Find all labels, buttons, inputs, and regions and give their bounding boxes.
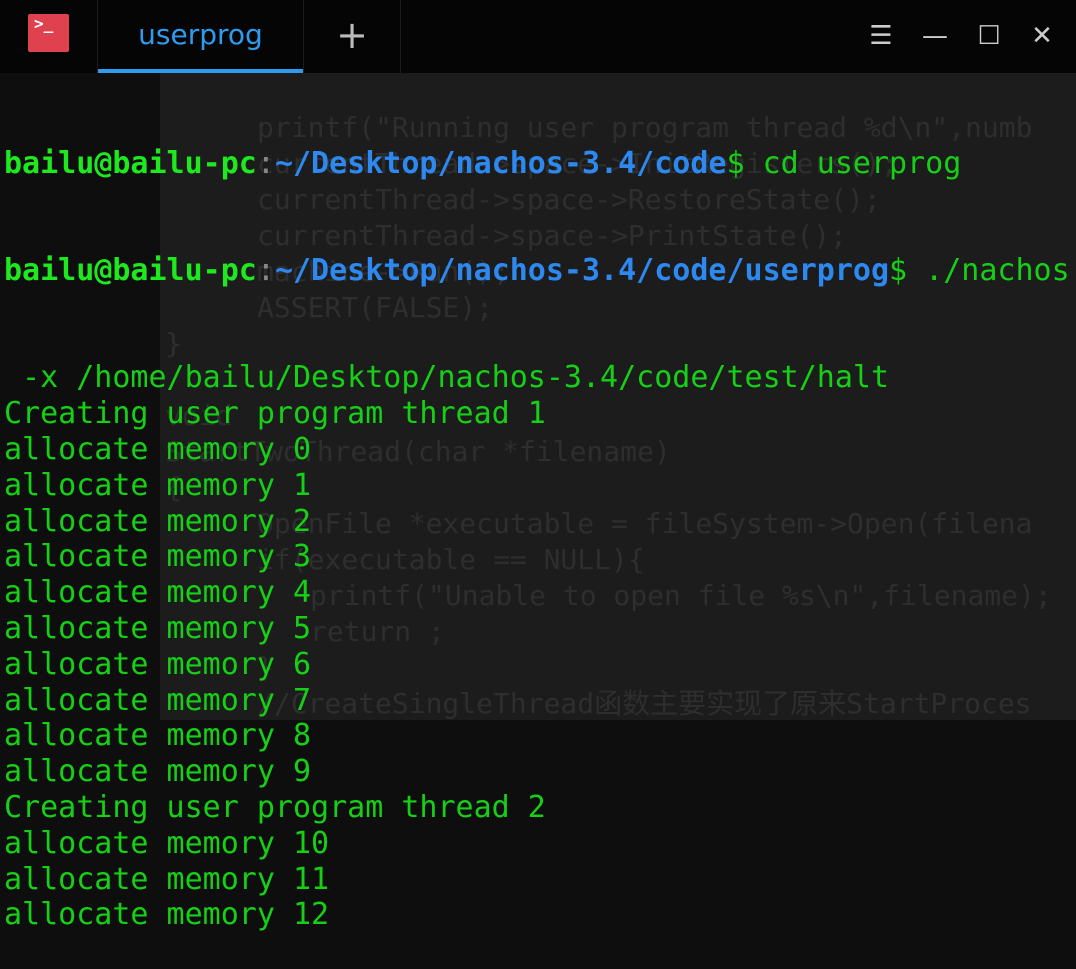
minimize-button[interactable]: — [915, 16, 955, 56]
terminal-output[interactable]: bailu@bailu-pc:~/Desktop/nachos-3.4/code… [4, 74, 1070, 969]
terminal-app-icon: >_ [28, 14, 69, 52]
output-line: allocate memory 11 [4, 861, 330, 897]
menu-icon[interactable]: ☰ [861, 16, 901, 56]
tab-label: userprog [138, 18, 263, 51]
output-line: allocate memory 5 [4, 610, 312, 646]
output-line: allocate memory 12 [4, 897, 330, 933]
output-line: allocate memory 8 [4, 718, 312, 754]
output-line: allocate memory 9 [4, 754, 312, 790]
prompt-line: bailu@bailu-pc:~/Desktop/nachos-3.4/code… [4, 145, 962, 181]
output-line: allocate memory 1 [4, 467, 312, 503]
new-tab-button[interactable]: + [304, 0, 401, 73]
close-button[interactable]: ✕ [1022, 16, 1062, 56]
tab-userprog[interactable]: userprog [97, 0, 304, 73]
output-line: allocate memory 4 [4, 575, 312, 611]
output-line: -x /home/bailu/Desktop/nachos-3.4/code/t… [4, 360, 890, 396]
output-line: allocate memory 0 [4, 431, 312, 467]
output-line: Creating user program thread 2 [4, 789, 546, 825]
output-line: Creating user program thread 1 [4, 396, 546, 432]
output-line: allocate memory 2 [4, 503, 312, 539]
output-line: allocate memory 6 [4, 646, 312, 682]
output-line: allocate memory 3 [4, 539, 312, 575]
output-line: allocate memory 10 [4, 825, 330, 861]
prompt-line: bailu@bailu-pc:~/Desktop/nachos-3.4/code… [4, 252, 1070, 288]
title-bar: >_ userprog + ☰ — ☐ ✕ [0, 0, 1076, 73]
maximize-button[interactable]: ☐ [969, 16, 1009, 56]
output-line: allocate memory 7 [4, 682, 312, 718]
